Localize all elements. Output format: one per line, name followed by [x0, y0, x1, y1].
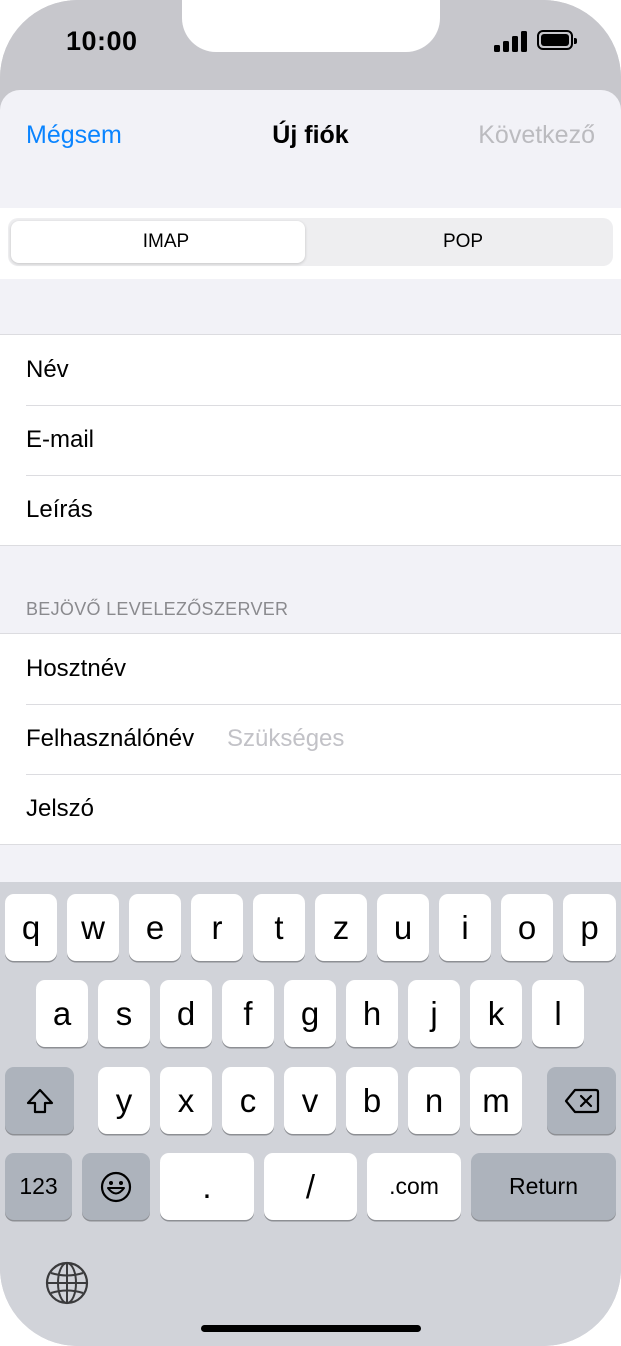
delete-key[interactable]	[547, 1067, 616, 1134]
key-e[interactable]: e	[129, 894, 181, 961]
key-b[interactable]: b	[346, 1067, 398, 1134]
name-label: Név	[26, 356, 69, 383]
email-row[interactable]: E-mail	[0, 405, 621, 475]
key-u[interactable]: u	[377, 894, 429, 961]
segment-pop[interactable]: POP	[313, 218, 613, 266]
key-h[interactable]: h	[346, 980, 398, 1047]
status-time: 10:00	[66, 26, 138, 56]
key-g[interactable]: g	[284, 980, 336, 1047]
key-f[interactable]: f	[222, 980, 274, 1047]
return-key[interactable]: Return	[471, 1153, 616, 1220]
hostname-row[interactable]: Hosztnév	[0, 634, 621, 704]
key-d[interactable]: d	[160, 980, 212, 1047]
slash-key[interactable]: /	[264, 1153, 357, 1220]
signal-icon	[494, 30, 528, 52]
emoji-key[interactable]	[82, 1153, 150, 1220]
key-v[interactable]: v	[284, 1067, 336, 1134]
globe-icon	[45, 1261, 89, 1305]
nav-bar: Mégsem Új fiók Következő	[0, 90, 621, 208]
key-s[interactable]: s	[98, 980, 150, 1047]
key-z[interactable]: z	[315, 894, 367, 961]
new-account-sheet: Mégsem Új fiók Következő IMAP POP Név E-…	[0, 90, 621, 890]
password-row[interactable]: Jelszó	[0, 774, 621, 844]
numbers-key[interactable]: 123	[5, 1153, 72, 1220]
key-y[interactable]: y	[98, 1067, 150, 1134]
key-t[interactable]: t	[253, 894, 305, 961]
account-type-section: IMAP POP	[0, 208, 621, 279]
key-c[interactable]: c	[222, 1067, 274, 1134]
period-key[interactable]: .	[160, 1153, 254, 1220]
shift-key[interactable]	[5, 1067, 74, 1134]
key-x[interactable]: x	[160, 1067, 212, 1134]
key-k[interactable]: k	[470, 980, 522, 1047]
key-j[interactable]: j	[408, 980, 460, 1047]
status-bar: 10:00	[0, 0, 621, 90]
account-info-group: Név E-mail Leírás	[0, 334, 621, 546]
phone-screen: 10:00 Mégsem Új fiók Következő IMAP POP	[0, 0, 621, 1346]
emoji-icon	[100, 1171, 132, 1202]
key-q[interactable]: q	[5, 894, 57, 961]
notch	[182, 0, 440, 52]
dotcom-key[interactable]: .com	[367, 1153, 461, 1220]
key-i[interactable]: i	[439, 894, 491, 961]
email-label: E-mail	[26, 426, 95, 453]
key-p[interactable]: p	[563, 894, 616, 961]
delete-icon	[564, 1088, 599, 1113]
incoming-server-header: BEJÖVŐ LEVELEZŐSZERVER	[26, 599, 289, 619]
incoming-server-group: Hosztnév Felhasználónév Szükséges Jelszó	[0, 633, 621, 845]
account-type-segmented-control: IMAP POP	[8, 218, 613, 266]
key-a[interactable]: a	[36, 980, 88, 1047]
key-o[interactable]: o	[501, 894, 553, 961]
key-l[interactable]: l	[532, 980, 584, 1047]
hostname-label: Hosztnév	[26, 655, 127, 682]
key-r[interactable]: r	[191, 894, 243, 961]
shift-icon	[26, 1088, 53, 1113]
key-w[interactable]: w	[67, 894, 119, 961]
name-row[interactable]: Név	[0, 335, 621, 405]
description-row[interactable]: Leírás	[0, 475, 621, 545]
next-button[interactable]: Következő	[478, 121, 595, 150]
home-indicator[interactable]	[201, 1325, 421, 1332]
username-row[interactable]: Felhasználónév Szükséges	[0, 704, 621, 774]
username-placeholder[interactable]: Szükséges	[227, 725, 344, 753]
battery-icon	[537, 30, 577, 50]
segment-imap[interactable]: IMAP	[16, 218, 316, 266]
description-label: Leírás	[26, 496, 93, 523]
password-label: Jelszó	[26, 795, 95, 822]
key-m[interactable]: m	[470, 1067, 522, 1134]
globe-button[interactable]	[44, 1260, 90, 1306]
username-label: Felhasználónév	[26, 725, 195, 752]
keyboard: q w e r t z u i o p a s d f g h j k l y …	[0, 882, 621, 1346]
key-n[interactable]: n	[408, 1067, 460, 1134]
